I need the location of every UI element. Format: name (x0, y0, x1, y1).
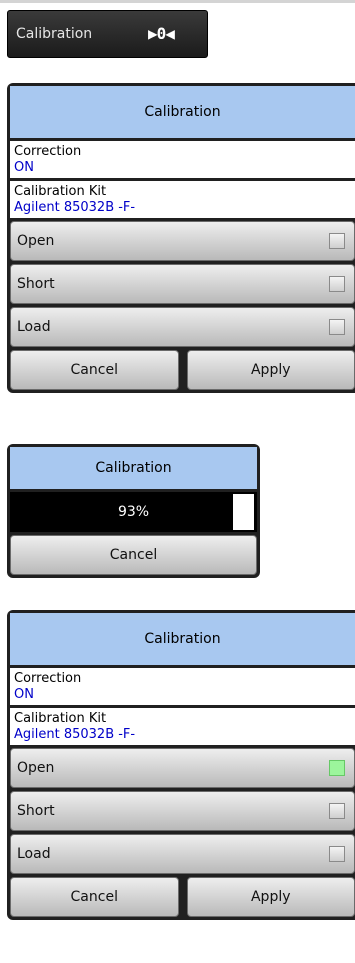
calibration-kit-field[interactable]: Calibration Kit Agilent 85032B -F- (10, 708, 355, 745)
open-label: Open (17, 233, 55, 249)
load-label: Load (17, 846, 51, 862)
calibration-kit-label: Calibration Kit (14, 184, 107, 199)
calibration-kit-field[interactable]: Calibration Kit Agilent 85032B -F- (10, 181, 355, 218)
apply-button[interactable]: Apply (186, 350, 355, 390)
open-status-indicator (329, 760, 345, 776)
open-button[interactable]: Open (10, 748, 355, 788)
load-status-indicator (329, 846, 345, 862)
apply-label: Apply (250, 362, 291, 378)
calibration-kit-value: Agilent 85032B -F- (14, 727, 136, 742)
correction-field[interactable]: Correction ON (10, 141, 355, 178)
short-status-indicator (329, 276, 345, 292)
progress-bar: 93% (10, 492, 257, 532)
apply-label: Apply (250, 889, 291, 905)
correction-label: Correction (14, 144, 82, 159)
action-row: Cancel Apply (10, 877, 355, 917)
panel-title: Calibration (10, 613, 355, 665)
calibration-icon: ▶0◀ (148, 24, 175, 43)
calibration-panel: Calibration Correction ON Calibration Ki… (7, 83, 355, 393)
progress-percent: 93% (117, 504, 150, 520)
load-status-indicator (329, 319, 345, 335)
progress-remaining (233, 494, 254, 530)
calibration-kit-label: Calibration Kit (14, 711, 107, 726)
progress-cancel-button[interactable]: Cancel (10, 535, 257, 575)
panel-title: Calibration (10, 86, 355, 138)
calibration-panel-after-open: Calibration Correction ON Calibration Ki… (7, 610, 355, 920)
correction-field[interactable]: Correction ON (10, 668, 355, 705)
progress-cancel-label: Cancel (109, 547, 158, 563)
short-status-indicator (329, 803, 345, 819)
open-status-indicator (329, 233, 345, 249)
top-divider (0, 0, 355, 3)
load-label: Load (17, 319, 51, 335)
apply-button[interactable]: Apply (186, 877, 355, 917)
open-button[interactable]: Open (10, 221, 355, 261)
correction-label: Correction (14, 671, 82, 686)
short-label: Short (17, 803, 55, 819)
action-row: Cancel Apply (10, 350, 355, 390)
cancel-button[interactable]: Cancel (10, 877, 179, 917)
calibration-progress-dialog: Calibration 93% Cancel (7, 444, 260, 578)
cancel-label: Cancel (70, 889, 118, 905)
calibration-softkey[interactable]: Calibration ▶0◀ (7, 10, 208, 58)
short-button[interactable]: Short (10, 791, 355, 831)
cancel-button[interactable]: Cancel (10, 350, 179, 390)
load-button[interactable]: Load (10, 834, 355, 874)
progress-title: Calibration (10, 447, 257, 489)
calibration-kit-value: Agilent 85032B -F- (14, 200, 136, 215)
load-button[interactable]: Load (10, 307, 355, 347)
short-label: Short (17, 276, 55, 292)
open-label: Open (17, 760, 55, 776)
correction-value: ON (14, 687, 34, 702)
correction-value: ON (14, 160, 34, 175)
cancel-label: Cancel (70, 362, 118, 378)
short-button[interactable]: Short (10, 264, 355, 304)
calibration-softkey-label: Calibration (16, 26, 93, 42)
